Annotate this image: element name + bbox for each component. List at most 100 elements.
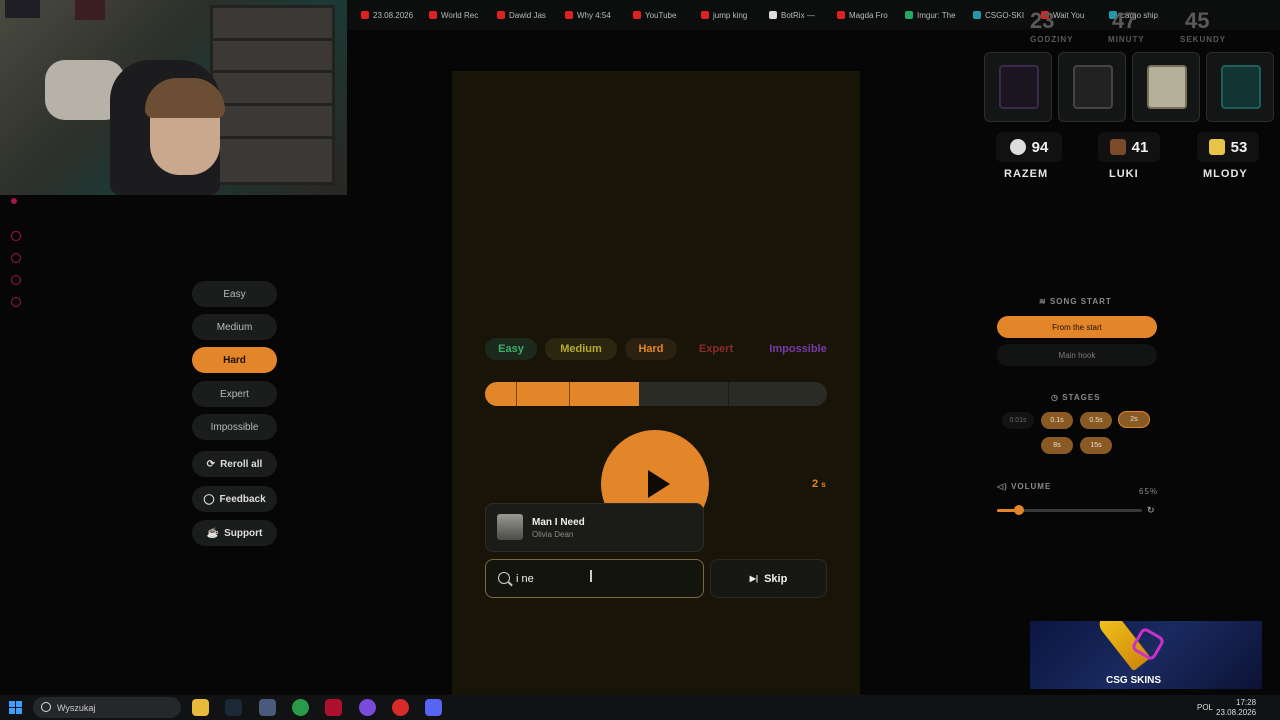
- browser-tab[interactable]: jump king: [687, 11, 755, 20]
- from-start-button[interactable]: From the start: [997, 316, 1157, 338]
- settings-icon[interactable]: [11, 297, 21, 307]
- left-difficulty-medium[interactable]: Medium: [192, 314, 277, 340]
- song-start-label: SONG START: [1049, 297, 1112, 306]
- left-difficulty-expert[interactable]: Expert: [192, 381, 277, 407]
- sponsor-banner[interactable]: CSG SKINS: [1030, 621, 1262, 689]
- score-luki: 41: [1098, 132, 1160, 162]
- tab-hard[interactable]: Hard: [625, 338, 677, 360]
- chat-icon[interactable]: [11, 275, 21, 285]
- reroll-label: Reroll all: [220, 458, 263, 470]
- notification-dot-icon[interactable]: [11, 198, 17, 204]
- taskbar-search[interactable]: Wyszukaj: [33, 697, 181, 718]
- browser-tab[interactable]: World Rec: [415, 11, 483, 20]
- tab-medium[interactable]: Medium: [545, 338, 617, 360]
- song-search-input[interactable]: [516, 569, 686, 589]
- skull-icon: [1009, 139, 1026, 155]
- file-explorer-icon[interactable]: [192, 699, 209, 716]
- countdown-hours-label: GODZINY: [1030, 35, 1074, 44]
- mob-tile-enderman: [984, 52, 1052, 122]
- skip-button[interactable]: ▶| Skip: [710, 559, 827, 598]
- botrix-icon: [769, 11, 777, 19]
- score-razem: 94: [996, 132, 1062, 162]
- left-difficulty-impossible[interactable]: Impossible: [192, 414, 277, 440]
- csgo-icon: [973, 11, 981, 19]
- tab-impossible[interactable]: Impossible: [762, 338, 834, 360]
- youtube-icon: [701, 11, 709, 19]
- clock-icon[interactable]: [11, 253, 21, 263]
- stage-2s[interactable]: 2s: [1118, 411, 1150, 428]
- opera-gx-icon[interactable]: [325, 699, 342, 716]
- settings-app-icon[interactable]: [259, 699, 276, 716]
- browser-icon[interactable]: [392, 699, 409, 716]
- feedback-label: Feedback: [219, 493, 266, 505]
- head-icon: [1109, 139, 1126, 155]
- countdown-minutes: 47: [1112, 8, 1137, 33]
- browser-tab[interactable]: 23.08.2026: [347, 11, 415, 20]
- browser-tab-label: CSGO-SKI: [985, 10, 1025, 20]
- stage-duration: 2 s: [812, 478, 826, 490]
- steam-icon[interactable]: [225, 699, 242, 716]
- suggestion-artist: Olivia Dean: [532, 530, 574, 539]
- search-icon: [498, 572, 510, 584]
- stages-label: STAGES: [1062, 393, 1101, 402]
- app-icon[interactable]: [359, 699, 376, 716]
- browser-tab[interactable]: Why 4:54: [551, 11, 619, 20]
- language-indicator[interactable]: POL: [1197, 703, 1213, 712]
- stage-0-1s[interactable]: 0.1s: [1041, 412, 1073, 429]
- countdown-seconds-label: SEKUNDY: [1180, 35, 1227, 44]
- home-icon[interactable]: [11, 231, 21, 241]
- browser-tab[interactable]: Imgur: The: [891, 11, 959, 20]
- support-button[interactable]: ☕ Support: [192, 520, 277, 546]
- browser-tab[interactable]: Magda Fro: [823, 11, 891, 20]
- feedback-button[interactable]: ◯ Feedback: [192, 486, 277, 512]
- timer-icon: ◷: [1051, 393, 1059, 402]
- stage-unit: s: [821, 480, 826, 489]
- volume-heading: ◁) VOLUME: [997, 482, 1051, 491]
- tab-expert[interactable]: Expert: [688, 338, 744, 360]
- browser-tab[interactable]: Dawid Jas: [483, 11, 551, 20]
- song-search-box[interactable]: [485, 559, 704, 598]
- xbox-icon[interactable]: [292, 699, 309, 716]
- browser-tab-label: 23.08.2026: [373, 10, 414, 20]
- sponsor-text: CSG SKINS: [1106, 675, 1162, 686]
- youtube-icon: [837, 11, 845, 19]
- volume-knob[interactable]: [1013, 505, 1024, 515]
- taskbar-time: 17:28: [1236, 698, 1257, 707]
- progress-fill: [485, 382, 639, 406]
- support-icon: ☕: [206, 527, 220, 539]
- stage-0-01s[interactable]: 0.01s: [1002, 412, 1034, 429]
- main-hook-button[interactable]: Main hook: [997, 344, 1157, 366]
- taskbar-clock[interactable]: 17:28 23.08.2026: [1216, 698, 1256, 718]
- mob-tile-elder-guardian: [1132, 52, 1200, 122]
- tab-easy-label: Easy: [498, 343, 524, 355]
- browser-tab[interactable]: YouTube: [619, 11, 687, 20]
- browser-tab-label: World Rec: [441, 10, 479, 20]
- score-razem-value: 94: [1031, 138, 1049, 156]
- volume-slider[interactable]: [997, 505, 1142, 515]
- browser-tab-label: Why 4:54: [577, 10, 611, 20]
- browser-tab[interactable]: BotRix —: [755, 11, 823, 20]
- discord-icon[interactable]: [425, 699, 442, 716]
- tab-easy[interactable]: Easy: [485, 338, 537, 360]
- reroll-all-button[interactable]: ⟳ Reroll all: [192, 451, 277, 477]
- song-suggestion[interactable]: Man I Need Olivia Dean: [485, 503, 704, 552]
- stage-0-5s[interactable]: 0.5s: [1080, 412, 1112, 429]
- suggestion-title: Man I Need: [532, 517, 585, 528]
- left-difficulty-easy[interactable]: Easy: [192, 281, 277, 307]
- album-cover-thumbnail: [497, 514, 523, 540]
- tab-medium-label: Medium: [560, 343, 602, 355]
- volume-percent: 65%: [1139, 487, 1159, 496]
- windows-start-icon[interactable]: [9, 701, 22, 714]
- taskbar-date: 23.08.2026: [1216, 708, 1257, 717]
- youtube-icon: [565, 11, 573, 19]
- reset-icon[interactable]: ↻: [1147, 505, 1156, 516]
- youtube-icon: [633, 11, 641, 19]
- browser-tab[interactable]: CSGO-SKI: [959, 11, 1027, 20]
- left-difficulty-hard[interactable]: Hard: [192, 347, 277, 373]
- skip-icon: ▶|: [749, 574, 759, 583]
- tab-expert-label: Expert: [698, 343, 734, 355]
- imgur-icon: [905, 11, 913, 19]
- stage-15s[interactable]: 15s: [1080, 437, 1112, 454]
- stage-8s[interactable]: 8s: [1041, 437, 1073, 454]
- countdown-seconds: 45: [1185, 8, 1210, 33]
